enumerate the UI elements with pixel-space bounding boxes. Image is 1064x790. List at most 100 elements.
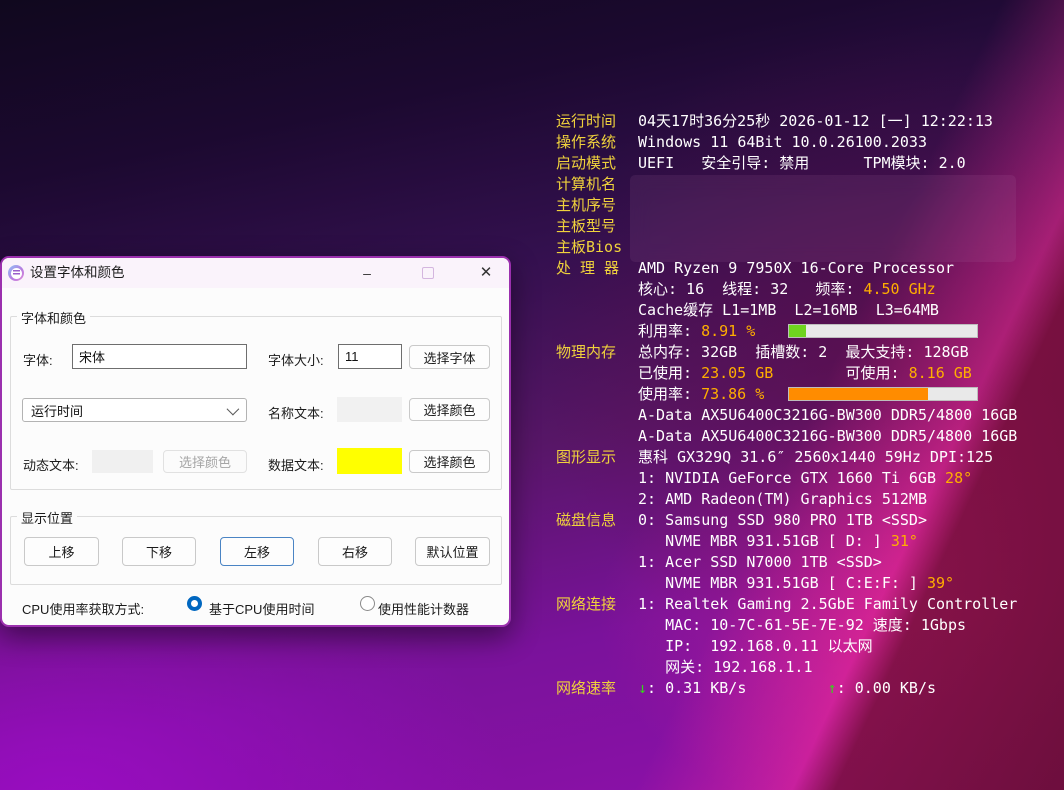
- sysinfo-label: [556, 426, 638, 447]
- select-name-color-button[interactable]: 选择颜色: [409, 398, 490, 421]
- usage-progress-bar: [788, 387, 978, 401]
- display-position-group-label: 显示位置: [17, 508, 77, 527]
- sysinfo-value: 1: NVIDIA GeForce GTX 1660 Ti 6GB 28°: [638, 468, 972, 489]
- sysinfo-line: 2: AMD Radeon(TM) Graphics 512MB: [556, 489, 1036, 510]
- sysinfo-label: 处 理 器: [556, 258, 638, 279]
- data-text-color-swatch: [337, 448, 402, 474]
- sysinfo-label: [556, 363, 638, 384]
- sysinfo-line: 网络速率↓: 0.31 KB/s ↑: 0.00 KB/s: [556, 678, 1036, 699]
- sysinfo-line: 网关: 192.168.1.1: [556, 657, 1036, 678]
- move-down-button[interactable]: 下移: [122, 537, 196, 566]
- sysinfo-value: 网关: 192.168.1.1: [638, 657, 813, 678]
- sysinfo-line: A-Data AX5U6400C3216G-BW300 DDR5/4800 16…: [556, 405, 1036, 426]
- font-color-group-label: 字体和颜色: [17, 308, 90, 327]
- minimize-button[interactable]: –: [354, 262, 380, 284]
- font-name-input[interactable]: [72, 344, 247, 369]
- sysinfo-line: A-Data AX5U6400C3216G-BW300 DDR5/4800 16…: [556, 426, 1036, 447]
- font-size-label: 字体大小:: [268, 350, 324, 369]
- system-info-panel: 运行时间04天17时36分25秒 2026-01-12 [一] 12:22:13…: [556, 111, 1036, 699]
- sysinfo-label: [556, 384, 638, 405]
- sysinfo-label: [556, 552, 638, 573]
- dynamic-text-color-swatch: [92, 450, 153, 473]
- sysinfo-label: [556, 300, 638, 321]
- sysinfo-value: 已使用: 23.05 GB 可使用: 8.16 GB: [638, 363, 972, 384]
- app-icon: [8, 265, 24, 281]
- sysinfo-label: 主板Bios: [556, 237, 638, 258]
- sysinfo-label: [556, 405, 638, 426]
- item-dropdown[interactable]: 运行时间: [22, 398, 247, 422]
- sysinfo-label: [556, 615, 638, 636]
- sysinfo-line: 图形显示惠科 GX329Q 31.6″ 2560x1440 59Hz DPI:1…: [556, 447, 1036, 468]
- font-label: 字体:: [23, 350, 53, 369]
- sysinfo-value: 利用率: 8.91 %: [638, 321, 755, 342]
- sysinfo-value: NVME MBR 931.51GB [ C:E:F: ] 39°: [638, 573, 954, 594]
- sysinfo-value: A-Data AX5U6400C3216G-BW300 DDR5/4800 16…: [638, 426, 1017, 447]
- sysinfo-value: 0: Samsung SSD 980 PRO 1TB <SSD>: [638, 510, 927, 531]
- sysinfo-value: Windows 11 64Bit 10.0.26100.2033: [638, 132, 927, 153]
- title-bar: 设置字体和颜色 – ✕: [2, 258, 509, 288]
- sysinfo-value: 使用率: 73.86 %: [638, 384, 764, 405]
- sysinfo-value: 核心: 16 线程: 32 频率: 4.50 GHz: [638, 279, 936, 300]
- sysinfo-value: 04天17时36分25秒 2026-01-12 [一] 12:22:13: [638, 111, 993, 132]
- move-left-button[interactable]: 左移: [220, 537, 294, 566]
- sysinfo-line: 主板型号: [556, 216, 1036, 237]
- select-dynamic-color-button: 选择颜色: [163, 450, 247, 473]
- radio-cpu-time-label: 基于CPU使用时间: [209, 599, 314, 618]
- default-position-button[interactable]: 默认位置: [415, 537, 490, 566]
- sysinfo-line: 网络连接1: Realtek Gaming 2.5GbE Family Cont…: [556, 594, 1036, 615]
- sysinfo-line: 操作系统Windows 11 64Bit 10.0.26100.2033: [556, 132, 1036, 153]
- sysinfo-value: 1: Acer SSD N7000 1TB <SSD>: [638, 552, 882, 573]
- sysinfo-label: [556, 636, 638, 657]
- sysinfo-label: [556, 489, 638, 510]
- sysinfo-label: 网络速率: [556, 678, 638, 699]
- sysinfo-line: 物理内存总内存: 32GB 插槽数: 2 最大支持: 128GB: [556, 342, 1036, 363]
- radio-cpu-time[interactable]: [187, 596, 202, 611]
- sysinfo-label: 主机序号: [556, 195, 638, 216]
- select-data-color-button[interactable]: 选择颜色: [409, 450, 490, 473]
- select-font-button[interactable]: 选择字体: [409, 345, 490, 369]
- usage-progress-bar: [788, 324, 978, 338]
- maximize-icon: [422, 267, 434, 279]
- display-position-group: 显示位置 上移 下移 左移 右移 默认位置: [10, 516, 502, 585]
- sysinfo-label: [556, 279, 638, 300]
- radio-perf-counter[interactable]: [360, 596, 375, 611]
- sysinfo-value: MAC: 10-7C-61-5E-7E-92 速度: 1Gbps: [638, 615, 966, 636]
- sysinfo-line: NVME MBR 931.51GB [ C:E:F: ] 39°: [556, 573, 1036, 594]
- cpu-usage-mode-label: CPU使用率获取方式:: [22, 599, 144, 618]
- sysinfo-value: 1: Realtek Gaming 2.5GbE Family Controll…: [638, 594, 1017, 615]
- sysinfo-value: 总内存: 32GB 插槽数: 2 最大支持: 128GB: [638, 342, 969, 363]
- radio-perf-counter-label: 使用性能计数器: [378, 599, 469, 618]
- sysinfo-label: [556, 531, 638, 552]
- sysinfo-label: [556, 657, 638, 678]
- sysinfo-line: 核心: 16 线程: 32 频率: 4.50 GHz: [556, 279, 1036, 300]
- sysinfo-line: 计算机名: [556, 174, 1036, 195]
- move-up-button[interactable]: 上移: [24, 537, 99, 566]
- sysinfo-line: NVME MBR 931.51GB [ D: ] 31°: [556, 531, 1036, 552]
- sysinfo-line: MAC: 10-7C-61-5E-7E-92 速度: 1Gbps: [556, 615, 1036, 636]
- sysinfo-value: UEFI 安全引导: 禁用 TPM模块: 2.0: [638, 153, 966, 174]
- maximize-button[interactable]: [415, 262, 441, 284]
- sysinfo-value: ↓: 0.31 KB/s ↑: 0.00 KB/s: [638, 678, 936, 699]
- sysinfo-value: 2: AMD Radeon(TM) Graphics 512MB: [638, 489, 927, 510]
- sysinfo-line: 1: NVIDIA GeForce GTX 1660 Ti 6GB 28°: [556, 468, 1036, 489]
- move-right-button[interactable]: 右移: [318, 537, 392, 566]
- font-size-input[interactable]: [338, 344, 402, 369]
- close-button[interactable]: ✕: [473, 262, 499, 284]
- sysinfo-line: 主板Bios: [556, 237, 1036, 258]
- sysinfo-label: 运行时间: [556, 111, 638, 132]
- sysinfo-value: A-Data AX5U6400C3216G-BW300 DDR5/4800 16…: [638, 405, 1017, 426]
- sysinfo-label: [556, 468, 638, 489]
- sysinfo-label: 计算机名: [556, 174, 638, 195]
- dynamic-text-label: 动态文本:: [23, 455, 79, 474]
- name-text-color-swatch: [337, 397, 402, 422]
- sysinfo-value: AMD Ryzen 9 7950X 16-Core Processor: [638, 258, 954, 279]
- sysinfo-label: 主板型号: [556, 216, 638, 237]
- name-text-label: 名称文本:: [268, 403, 324, 422]
- item-dropdown-value: 运行时间: [31, 401, 83, 420]
- sysinfo-line: 主机序号: [556, 195, 1036, 216]
- sysinfo-line: 处 理 器AMD Ryzen 9 7950X 16-Core Processor: [556, 258, 1036, 279]
- font-color-group: 字体和颜色 字体: 字体大小: 选择字体 运行时间 名称文本: 选择颜色 动态文…: [10, 316, 502, 490]
- sysinfo-value: Cache缓存 L1=1MB L2=16MB L3=64MB: [638, 300, 939, 321]
- sysinfo-line: 已使用: 23.05 GB 可使用: 8.16 GB: [556, 363, 1036, 384]
- sysinfo-value: 惠科 GX329Q 31.6″ 2560x1440 59Hz DPI:125: [638, 447, 993, 468]
